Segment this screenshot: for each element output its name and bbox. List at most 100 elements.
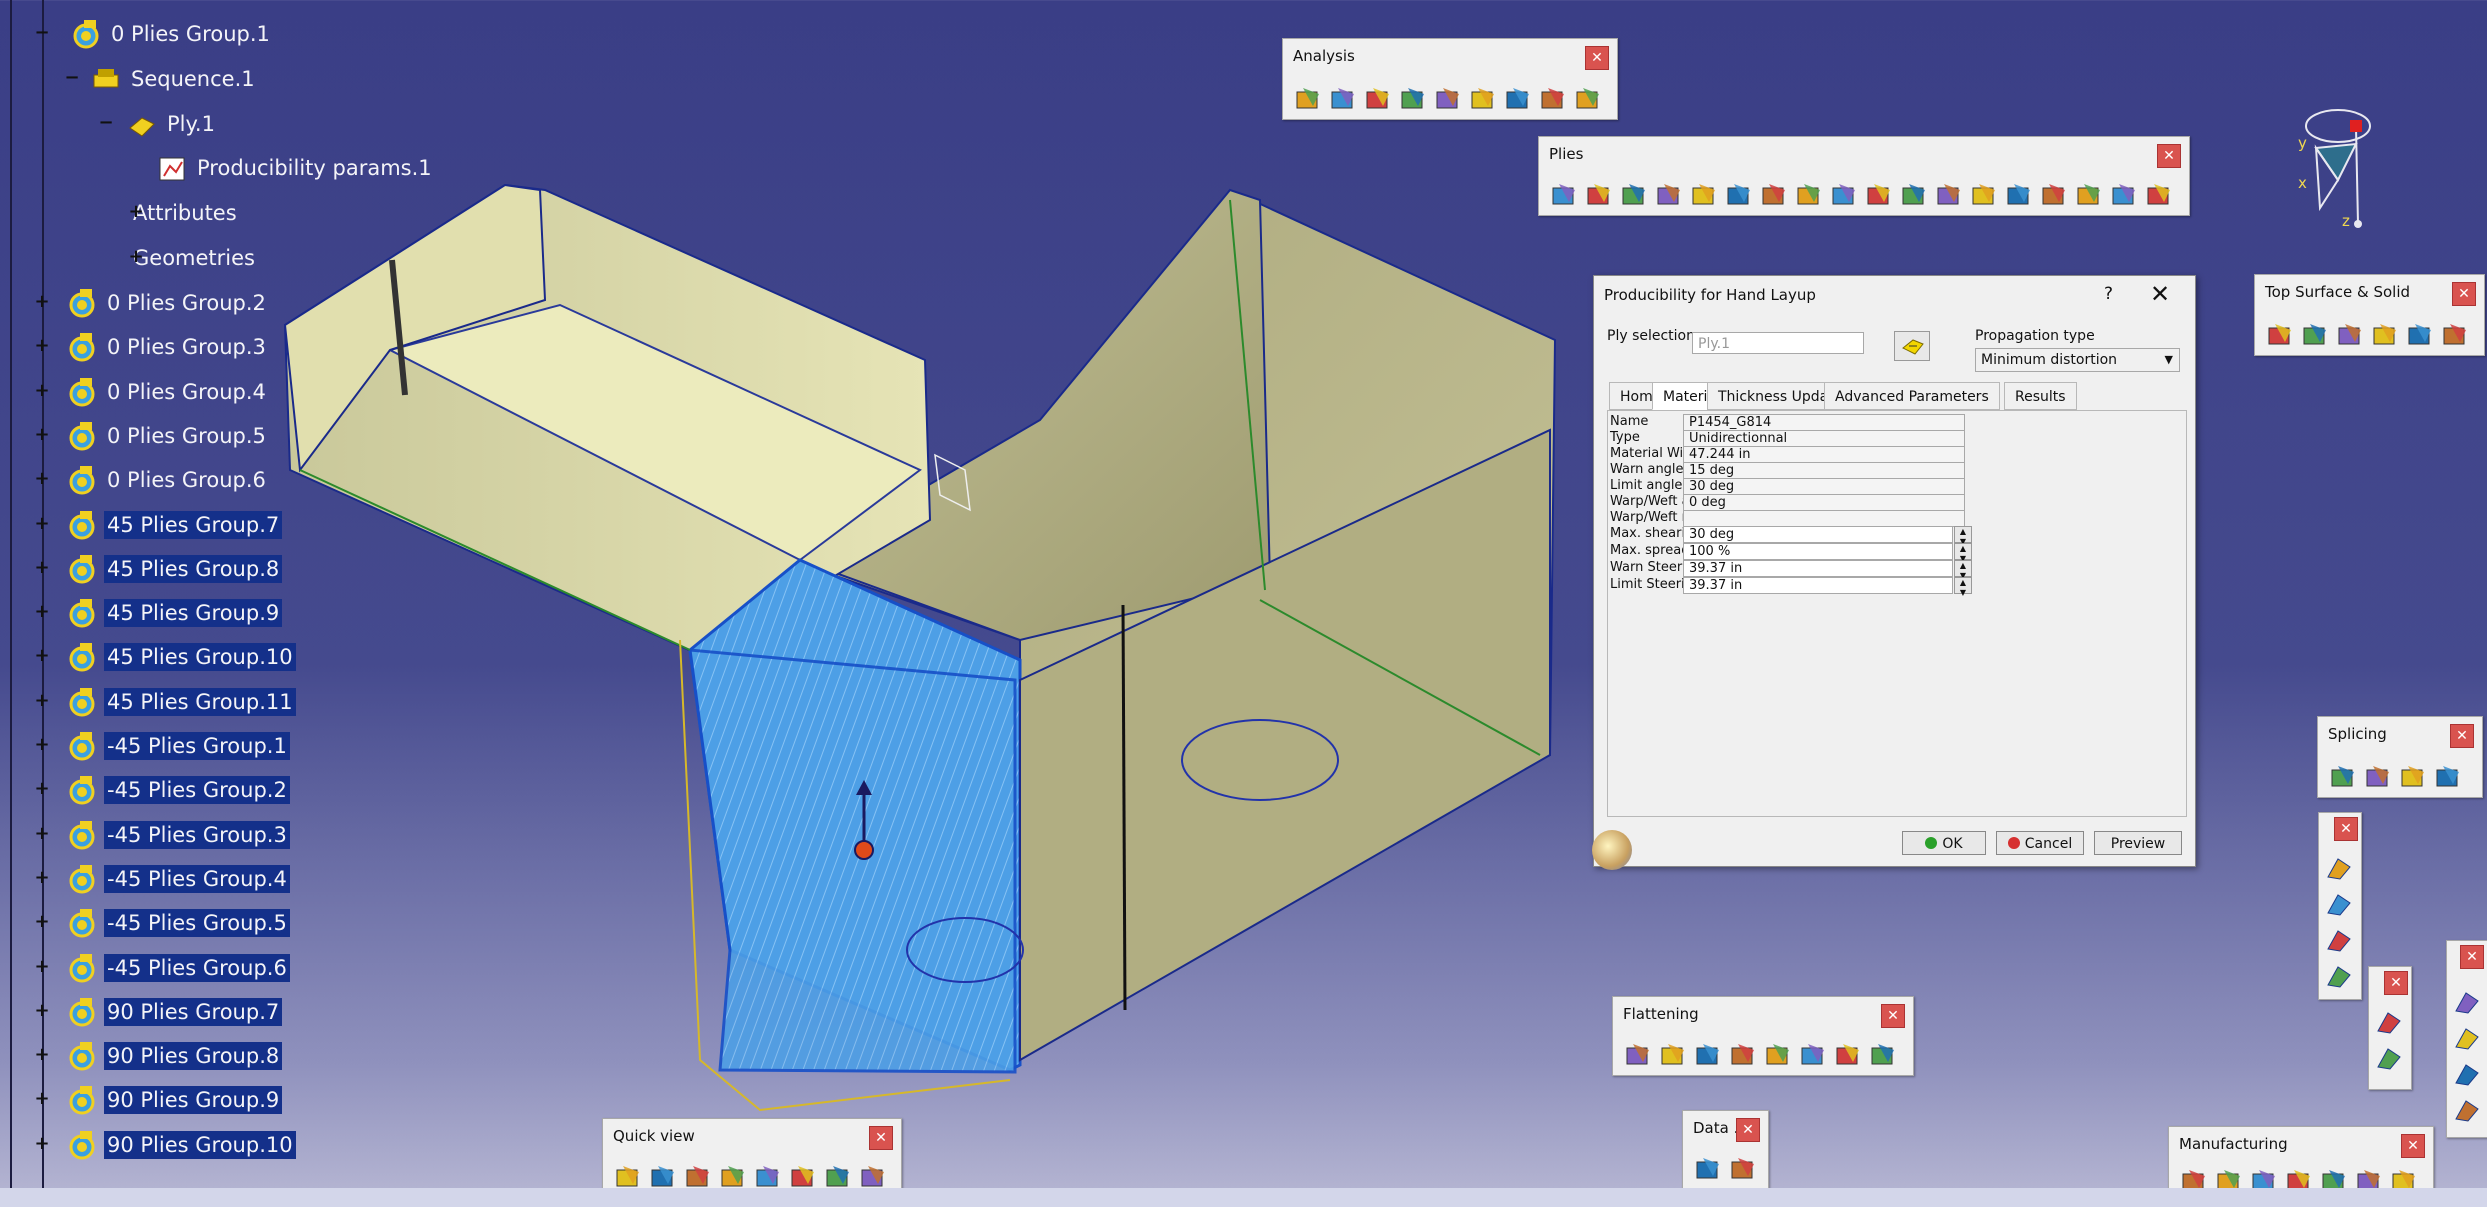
expand-icon[interactable]: +	[128, 203, 144, 221]
spinner-arrows-icon[interactable]: ▲ ▼	[1954, 543, 1972, 563]
toolbar-tool-icon[interactable]	[2109, 180, 2139, 210]
toolbar-tool-icon[interactable]	[1658, 1040, 1688, 1070]
spinner-arrows-icon[interactable]: ▲ ▼	[1954, 560, 1972, 580]
toolbar-tool-icon[interactable]	[1468, 84, 1498, 114]
toolbar-tool-icon[interactable]	[1798, 1040, 1828, 1070]
toolbar-tool-icon[interactable]	[1728, 1154, 1758, 1184]
tree-item[interactable]: 90 Plies Group.8	[66, 1038, 283, 1074]
tree-item[interactable]: Attributes	[130, 195, 240, 231]
expand-icon[interactable]: +	[34, 913, 50, 931]
toolbar-tool-icon[interactable]	[2324, 889, 2354, 919]
close-icon[interactable]: ✕	[1585, 46, 1609, 70]
toolbar-tool-icon[interactable]	[1293, 84, 1323, 114]
close-icon[interactable]: ✕	[1736, 1118, 1760, 1142]
toolbar-tool-icon[interactable]	[1864, 180, 1894, 210]
toolbar-tool-icon[interactable]	[2004, 180, 2034, 210]
expand-icon[interactable]: +	[34, 647, 50, 665]
close-icon[interactable]: ✕	[2334, 817, 2358, 841]
propagation-type-select[interactable]: Minimum distortion ▼	[1975, 348, 2180, 372]
toolbar-tool-icon[interactable]	[2398, 762, 2428, 792]
toolbar-tool-icon[interactable]	[1328, 84, 1358, 114]
toolbar-tool-icon[interactable]	[2452, 1023, 2482, 1053]
ply-selection-field[interactable]: Ply.1	[1692, 332, 1864, 354]
toolbar-top-surface-solid[interactable]: Top Surface & Solid ✕	[2254, 274, 2485, 356]
expand-icon[interactable]: +	[34, 1090, 50, 1108]
tree-item[interactable]: 0 Plies Group.6	[66, 462, 269, 498]
toolbar-vertical-s[interactable]: ✕	[2318, 812, 2362, 1000]
toolbar-tool-icon[interactable]	[2324, 925, 2354, 955]
toolbar-tool-icon[interactable]	[2452, 1095, 2482, 1125]
expand-icon[interactable]: +	[34, 470, 50, 488]
toolbar-tool-icon[interactable]	[1584, 180, 1614, 210]
composite-part[interactable]	[283, 183, 1557, 1112]
tree-item[interactable]: -45 Plies Group.4	[66, 861, 290, 897]
toolbar-vertical-v[interactable]: ✕	[2446, 940, 2487, 1138]
help-button[interactable]: ?	[2104, 284, 2113, 304]
expand-icon[interactable]: +	[34, 1046, 50, 1064]
expand-icon[interactable]: +	[34, 514, 50, 533]
close-icon[interactable]: ✕	[2401, 1134, 2425, 1158]
expand-icon[interactable]: +	[128, 248, 144, 266]
toolbar-tool-icon[interactable]	[1433, 84, 1463, 114]
close-icon[interactable]: ✕	[2450, 724, 2474, 748]
material-field-value[interactable]: 30 deg	[1683, 526, 1953, 543]
tree-item[interactable]: 0 Plies Group.2	[66, 285, 269, 321]
toolbar-tool-icon[interactable]	[1829, 180, 1859, 210]
tree-item[interactable]: 45 Plies Group.10	[66, 639, 296, 675]
tree-item[interactable]: 0 Plies Group.4	[66, 374, 269, 410]
expand-icon[interactable]: +	[34, 603, 50, 621]
close-icon[interactable]: ✕	[1881, 1004, 1905, 1028]
toolbar-tool-icon[interactable]	[2074, 180, 2104, 210]
toolbar-tool-icon[interactable]	[1363, 84, 1393, 114]
toolbar-tool-icon[interactable]	[2374, 1007, 2404, 1037]
tree-item[interactable]: Geometries	[130, 240, 258, 276]
toolbar-tool-icon[interactable]	[1623, 1040, 1653, 1070]
toolbar-tool-icon[interactable]	[2039, 180, 2069, 210]
tree-item[interactable]: Ply.1	[126, 106, 218, 142]
tree-item[interactable]: -45 Plies Group.6	[66, 950, 290, 986]
ply-select-button[interactable]	[1894, 331, 1930, 361]
toolbar-tool-icon[interactable]	[1969, 180, 1999, 210]
toolbar-tool-icon[interactable]	[2324, 853, 2354, 883]
toolbar-tool-icon[interactable]	[2335, 320, 2365, 350]
tree-item[interactable]: -45 Plies Group.5	[66, 905, 290, 941]
dialog-close-button[interactable]: ✕	[2150, 280, 2170, 308]
material-field-value[interactable]: 39.37 in	[1683, 577, 1953, 594]
toolbar-tool-icon[interactable]	[1538, 84, 1568, 114]
toolbar-tool-icon[interactable]	[2452, 1059, 2482, 1089]
toolbar-tool-icon[interactable]	[1724, 180, 1754, 210]
toolbar-tool-icon[interactable]	[1759, 180, 1789, 210]
toolbar-tool-icon[interactable]	[2324, 961, 2354, 991]
expand-icon[interactable]: +	[34, 558, 50, 577]
toolbar-tool-icon[interactable]	[2144, 180, 2174, 210]
toolbar-tool-icon[interactable]	[1868, 1040, 1898, 1070]
toolbar-tool-icon[interactable]	[1689, 180, 1719, 210]
cancel-button[interactable]: Cancel	[1996, 831, 2084, 855]
toolbar-flattening[interactable]: Flattening ✕	[1612, 996, 1914, 1076]
expand-icon[interactable]: +	[34, 381, 50, 400]
selected-ply-front[interactable]	[688, 648, 1017, 1074]
tree-item[interactable]: -45 Plies Group.3	[66, 817, 290, 853]
tree-item[interactable]: 90 Plies Group.10	[66, 1127, 296, 1163]
expand-icon[interactable]: +	[34, 691, 50, 710]
expand-icon[interactable]: +	[34, 957, 50, 976]
close-icon[interactable]: ✕	[2460, 945, 2484, 969]
tree-item[interactable]: 90 Plies Group.9	[66, 1082, 283, 1118]
collapse-icon[interactable]: −	[64, 69, 80, 87]
material-field-value[interactable]: 100 %	[1683, 543, 1953, 560]
toolbar-splicing[interactable]: Splicing ✕	[2317, 716, 2483, 798]
tree-item[interactable]: -45 Plies Group.1	[66, 728, 290, 764]
compass-icon[interactable]: y x z	[2280, 98, 2390, 228]
tree-item[interactable]: 45 Plies Group.11	[66, 684, 296, 720]
toolbar-data[interactable]: Data ... ✕	[1682, 1110, 1769, 1190]
toolbar-tool-icon[interactable]	[1503, 84, 1533, 114]
tree-item[interactable]: 0 Plies Group.1	[70, 16, 273, 52]
expand-icon[interactable]: +	[34, 736, 50, 754]
toolbar-tool-icon[interactable]	[1899, 180, 1929, 210]
toolbar-tool-icon[interactable]	[2433, 762, 2463, 792]
tree-item[interactable]: -45 Plies Group.2	[66, 772, 290, 808]
tree-item[interactable]: 0 Plies Group.5	[66, 418, 269, 454]
expand-icon[interactable]: +	[34, 868, 50, 887]
toolbar-tool-icon[interactable]	[2363, 762, 2393, 792]
tree-item[interactable]: 90 Plies Group.7	[66, 994, 283, 1030]
